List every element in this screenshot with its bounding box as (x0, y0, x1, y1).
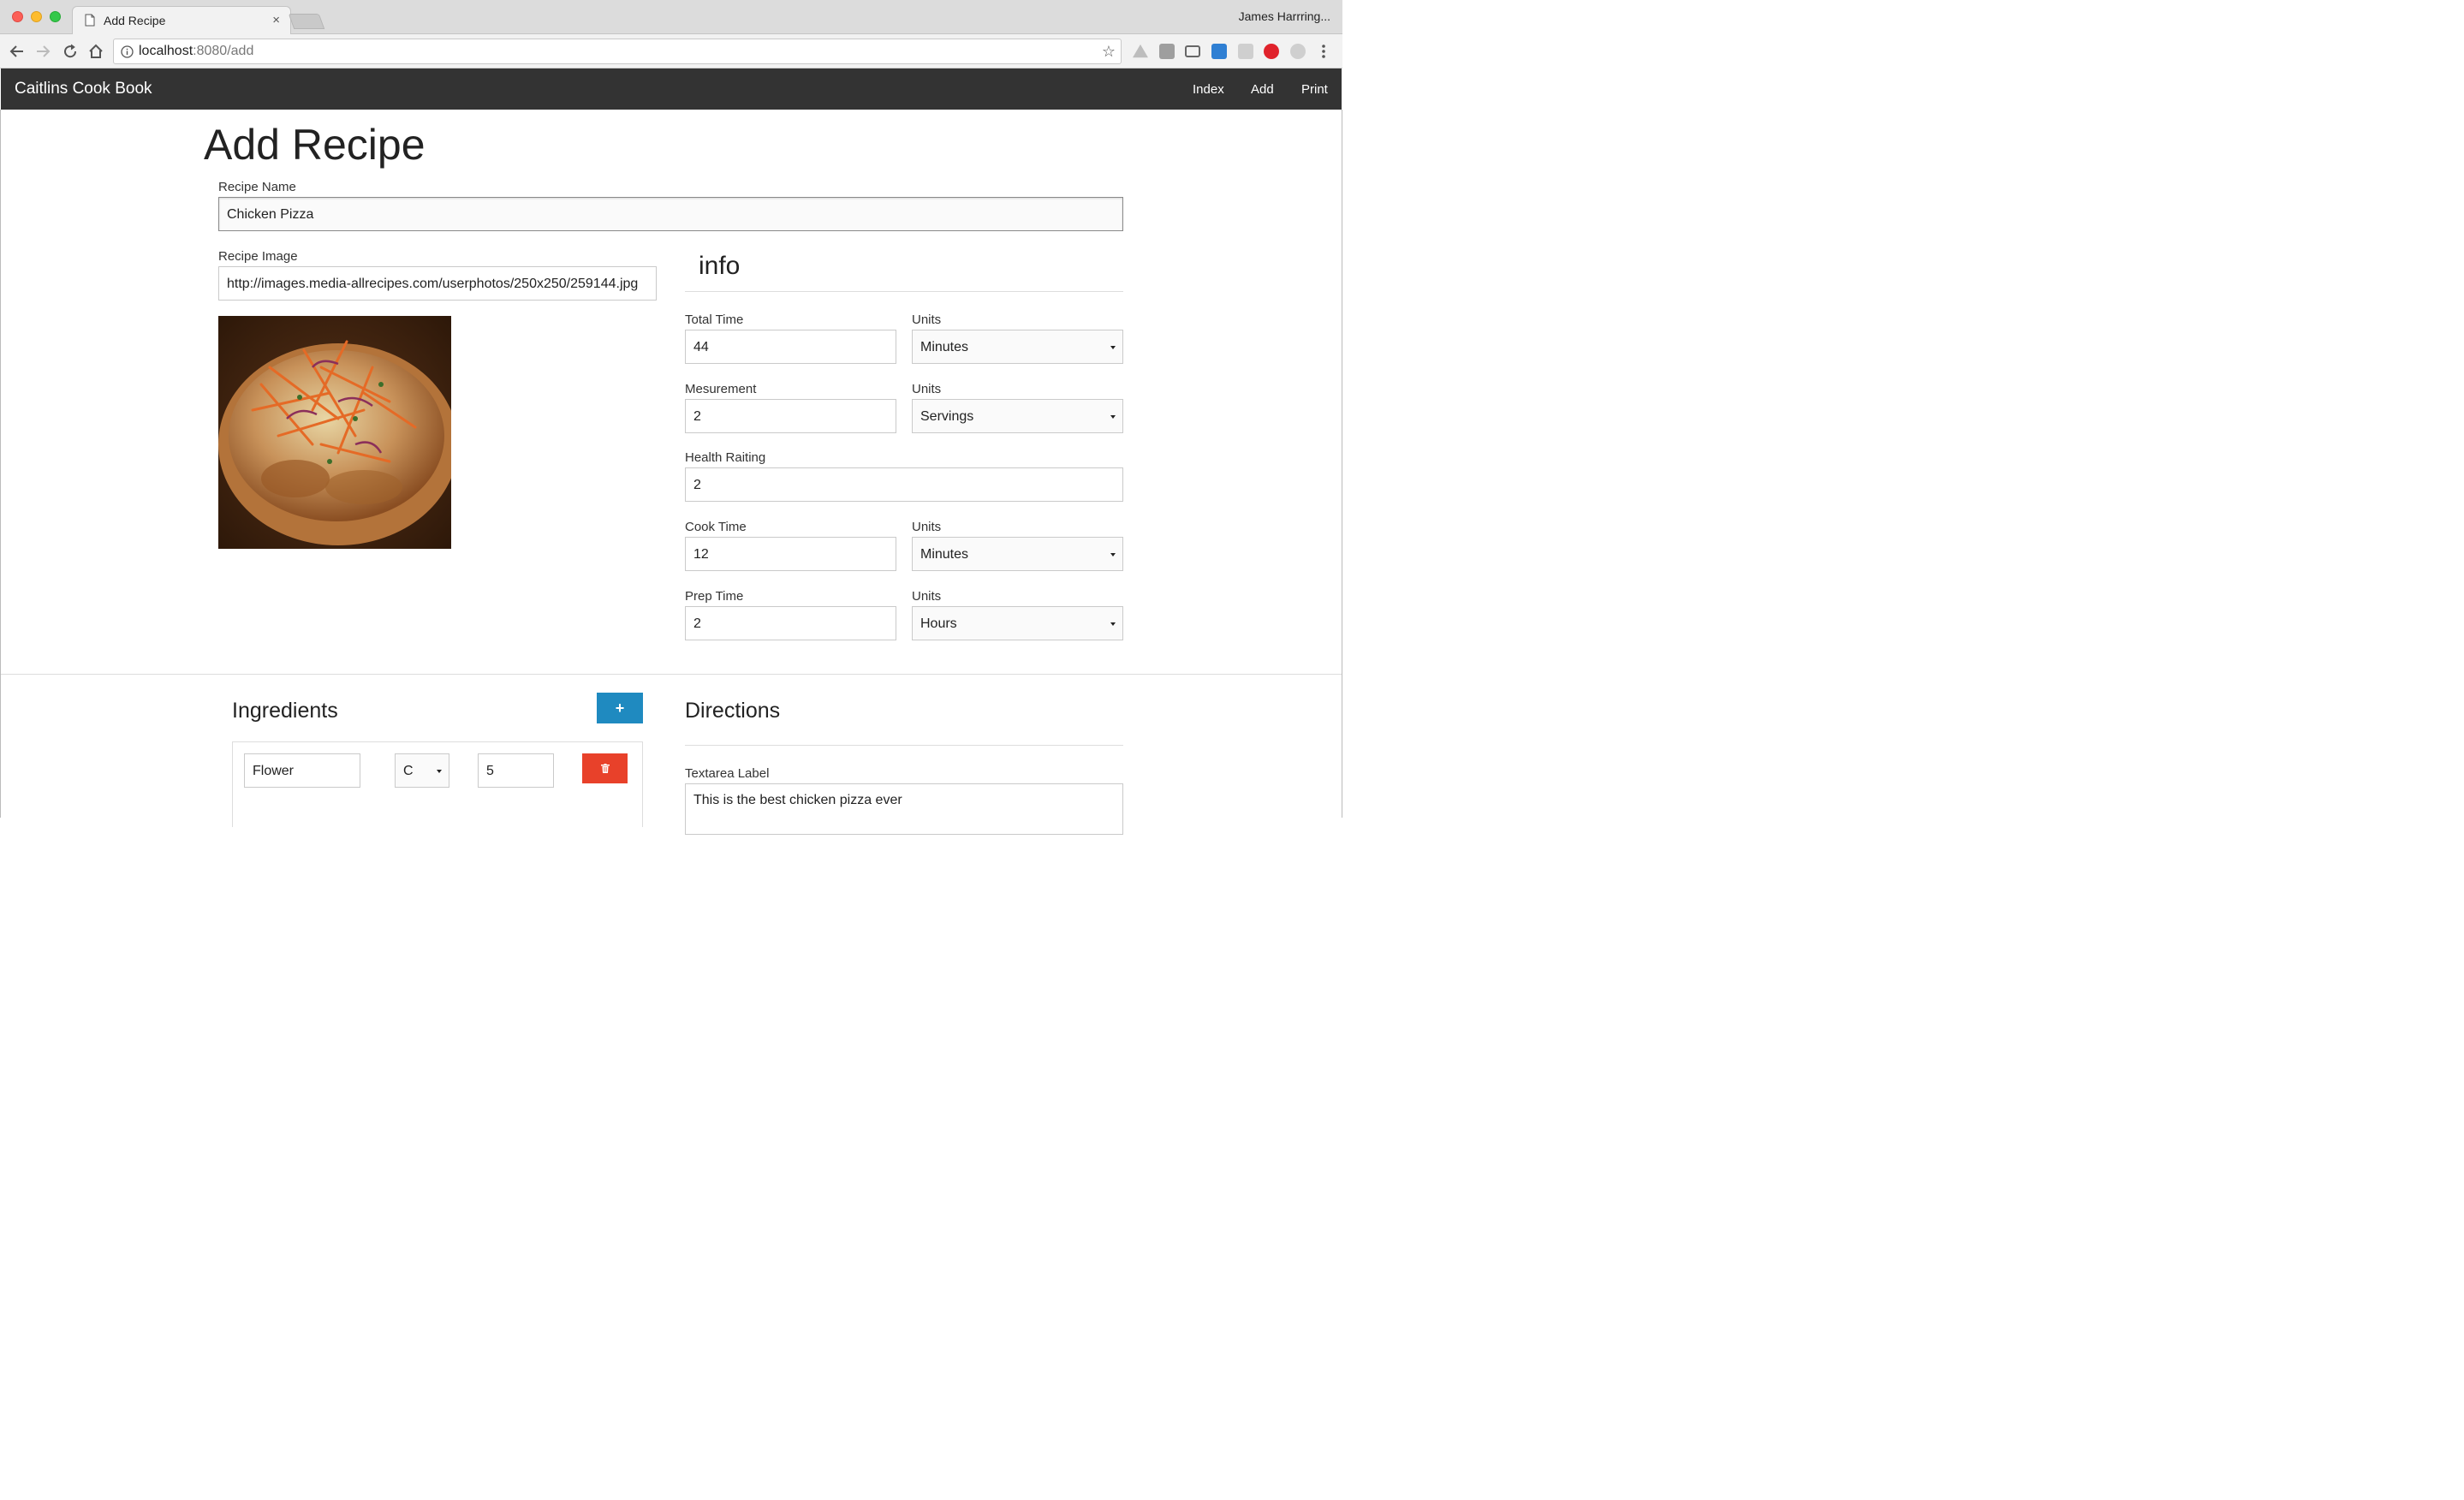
directions-divider (685, 745, 1123, 746)
address-bar[interactable]: localhost:8080/add ☆ (113, 39, 1122, 64)
maximize-window-button[interactable] (50, 11, 61, 22)
total-time-units-value: Minutes (920, 340, 969, 354)
prep-time-units-label: Units (912, 589, 942, 604)
ingredient-unit-value: C (403, 764, 414, 778)
browser-menu-icon[interactable] (1315, 43, 1332, 60)
profile-name[interactable]: James Harrring... (1239, 9, 1330, 23)
info-divider (685, 291, 1123, 292)
reload-icon[interactable] (62, 43, 79, 60)
chevron-down-icon (1110, 346, 1116, 349)
chevron-down-icon (1110, 415, 1116, 419)
ingredient-name-input[interactable]: Flower (244, 753, 360, 788)
delete-ingredient-button[interactable] (582, 753, 628, 783)
total-time-input[interactable]: 44 (685, 330, 896, 364)
new-tab-button[interactable] (288, 14, 325, 29)
cook-time-label: Cook Time (685, 520, 747, 534)
health-rating-input[interactable]: 2 (685, 467, 1123, 502)
recipe-image-label: Recipe Image (218, 249, 298, 264)
browser-tab-bar: Add Recipe × James Harrring... (0, 0, 1342, 35)
recipe-image-input[interactable]: http://images.media-allrecipes.com/userp… (218, 266, 657, 301)
measurement-input[interactable]: 2 (685, 399, 896, 433)
ingredient-amount-input[interactable]: 5 (478, 753, 554, 788)
section-divider (1, 674, 1342, 675)
pinterest-icon[interactable] (1264, 44, 1279, 59)
app-navbar: Caitlins Cook Book Index Add Print (1, 68, 1342, 110)
measurement-label: Mesurement (685, 382, 757, 396)
total-time-label: Total Time (685, 312, 744, 327)
total-time-units-select[interactable]: Minutes (912, 330, 1123, 364)
window-extension-icon[interactable] (1211, 44, 1227, 59)
nav-link-print[interactable]: Print (1301, 82, 1328, 97)
page-title: Add Recipe (204, 121, 426, 169)
cook-time-input[interactable]: 12 (685, 537, 896, 571)
brand-title[interactable]: Caitlins Cook Book (15, 80, 152, 98)
nav-link-add[interactable]: Add (1251, 82, 1274, 97)
prep-time-units-value: Hours (920, 616, 957, 631)
url-text: localhost:8080/add (139, 44, 253, 59)
forward-arrow-icon[interactable] (34, 43, 51, 60)
ingredient-unit-select[interactable]: C (395, 753, 449, 788)
recipe-name-label: Recipe Name (218, 180, 296, 194)
close-window-button[interactable] (12, 11, 23, 22)
tab-close-icon[interactable]: × (272, 13, 280, 27)
chevron-down-icon (1110, 622, 1116, 626)
ublock-extension-icon[interactable] (1290, 44, 1306, 59)
measurement-units-value: Servings (920, 409, 974, 424)
info-icon[interactable] (121, 45, 134, 58)
url-host: localhost (139, 44, 193, 58)
info-heading: info (699, 252, 741, 280)
drive-extension-icon[interactable] (1133, 44, 1148, 58)
page-icon (85, 14, 95, 27)
back-arrow-icon[interactable] (9, 43, 26, 60)
directions-textarea[interactable]: This is the best chicken pizza ever (685, 783, 1123, 835)
ingredients-heading: Ingredients (232, 699, 338, 723)
minimize-window-button[interactable] (31, 11, 42, 22)
health-rating-label: Health Raiting (685, 450, 766, 465)
cast-icon[interactable] (1185, 45, 1200, 57)
cook-time-units-select[interactable]: Minutes (912, 537, 1123, 571)
nav-link-index[interactable]: Index (1193, 82, 1224, 97)
browser-toolbar: localhost:8080/add ☆ (0, 34, 1342, 68)
cook-time-units-label: Units (912, 520, 942, 534)
total-time-units-label: Units (912, 312, 942, 327)
trash-icon (600, 764, 610, 773)
measurement-units-select[interactable]: Servings (912, 399, 1123, 433)
chevron-down-icon (1110, 553, 1116, 557)
font-extension-icon[interactable] (1159, 44, 1175, 59)
url-path: :8080/add (193, 44, 254, 58)
prep-time-units-select[interactable]: Hours (912, 606, 1123, 640)
browser-tab-active[interactable]: Add Recipe × (72, 6, 291, 35)
chevron-down-icon (437, 770, 442, 773)
home-icon[interactable] (87, 43, 104, 60)
recipe-name-input[interactable]: Chicken Pizza (218, 197, 1123, 231)
reader-extension-icon[interactable] (1238, 44, 1253, 59)
directions-heading: Directions (685, 699, 781, 723)
directions-textarea-label: Textarea Label (685, 766, 770, 781)
add-ingredient-button[interactable]: + (597, 693, 643, 723)
prep-time-label: Prep Time (685, 589, 744, 604)
recipe-image-preview (218, 316, 451, 549)
bookmark-star-icon[interactable]: ☆ (1102, 43, 1116, 61)
measurement-units-label: Units (912, 382, 942, 396)
tab-title: Add Recipe (104, 14, 166, 27)
prep-time-input[interactable]: 2 (685, 606, 896, 640)
cook-time-units-value: Minutes (920, 547, 969, 562)
